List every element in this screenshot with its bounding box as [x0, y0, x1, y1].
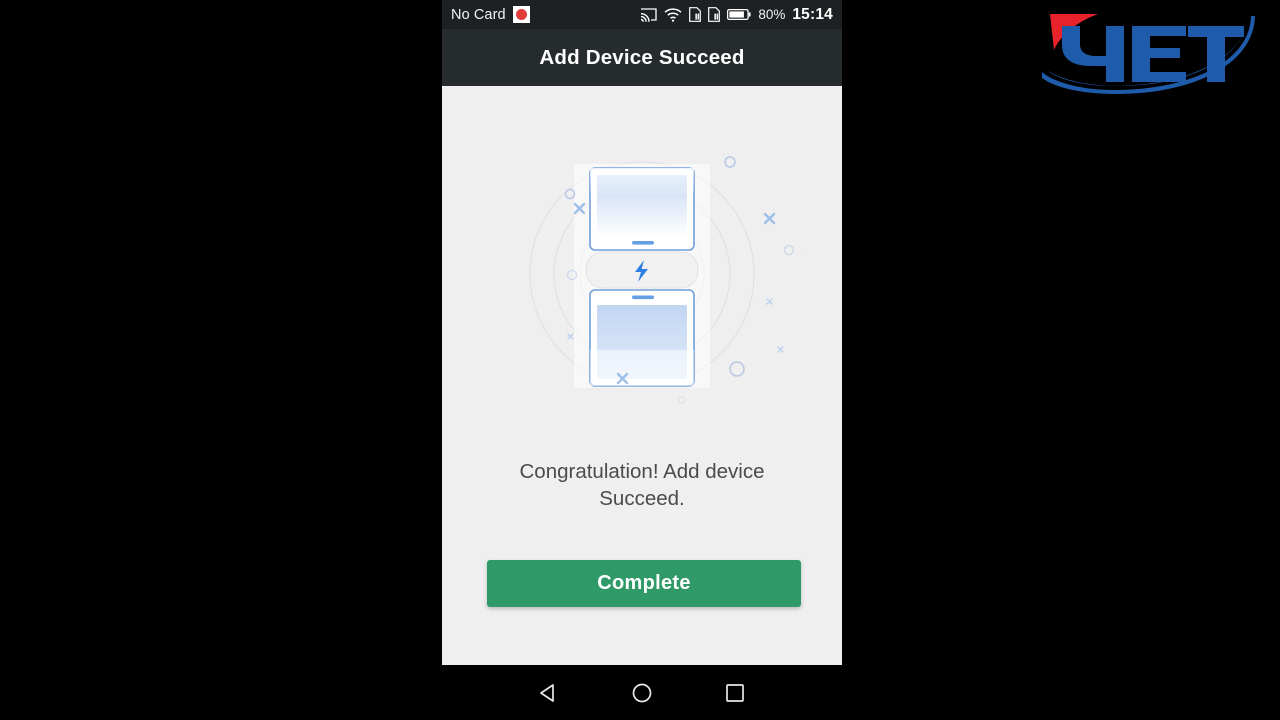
sim-card-2-icon [708, 7, 721, 22]
recents-square-icon[interactable] [723, 681, 747, 705]
phone-screen: No Card 80% 15:14 Add Device Succeed Con… [442, 0, 842, 665]
wifi-icon [664, 7, 682, 22]
home-circle-icon[interactable] [630, 681, 654, 705]
status-bar-right: 80% 15:14 [640, 6, 833, 24]
sim-card-1-icon [689, 7, 702, 22]
android-nav-bar [442, 665, 842, 720]
status-bar: No Card 80% 15:14 [442, 0, 842, 29]
yet-brand-logo [1036, 4, 1262, 96]
no-card-label: No Card [451, 6, 506, 23]
app-title-bar: Add Device Succeed [442, 29, 842, 86]
success-message: Congratulation! Add device Succeed. [519, 460, 765, 510]
cast-icon [640, 7, 657, 22]
status-bar-left: No Card [451, 6, 530, 23]
two-phones-pairing-illustration [482, 142, 813, 442]
content-area: Congratulation! Add device Succeed. Comp… [442, 86, 842, 665]
clock-label: 15:14 [792, 5, 833, 23]
page-title: Add Device Succeed [539, 45, 745, 69]
complete-button[interactable]: Complete [487, 560, 801, 607]
back-triangle-icon[interactable] [537, 681, 561, 705]
battery-percent-label: 80% [758, 7, 786, 22]
battery-icon [727, 8, 751, 21]
record-indicator-icon [512, 6, 530, 23]
